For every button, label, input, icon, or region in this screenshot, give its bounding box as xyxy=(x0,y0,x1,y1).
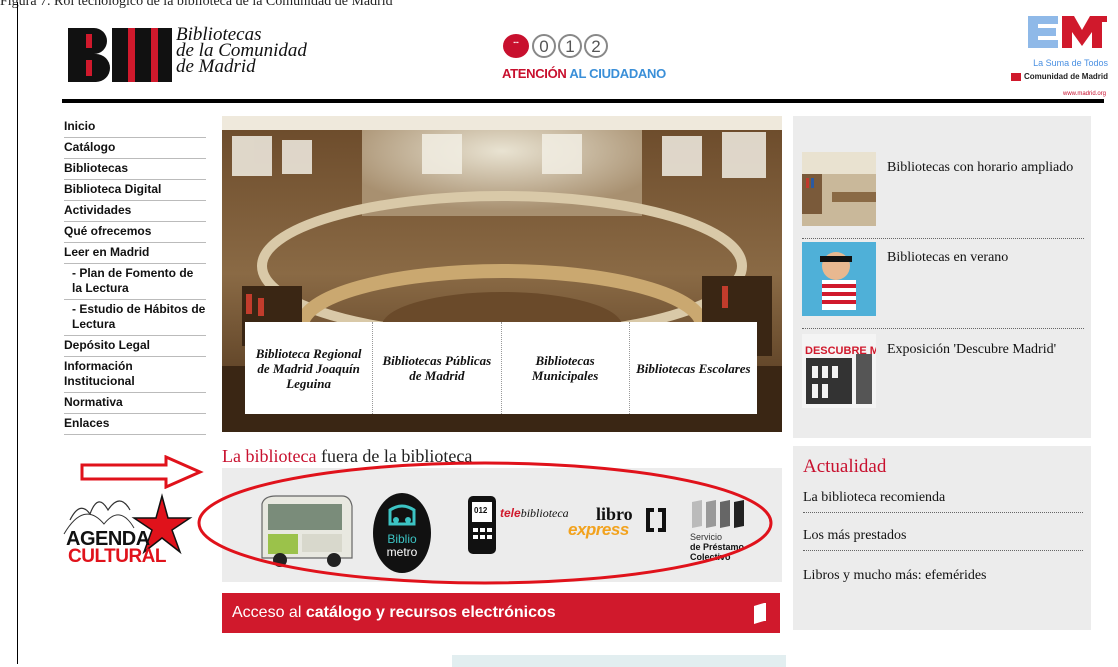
nav-item-actividades[interactable]: Actividades xyxy=(64,201,206,222)
featured-descubre-madrid[interactable]: DESCUBRE MADRID Exposición 'Descubre Mad… xyxy=(802,334,1084,420)
descubre-madrid-poster-text: DESCUBRE MADRID xyxy=(805,345,876,357)
svg-text:▪▪▪: ▪▪▪ xyxy=(513,40,519,46)
actualidad-title: Actualidad xyxy=(803,456,887,477)
logo-line-3: de Madrid xyxy=(176,56,256,77)
atencion-blue-text: AL CIUDADANO xyxy=(569,66,666,81)
nav-item-informacion-institucional[interactable]: Información Institucional xyxy=(64,357,206,393)
header-rule xyxy=(62,99,1104,103)
hero-link-bibliotecas-publicas[interactable]: Bibliotecas Públicas de Madrid xyxy=(373,322,502,414)
nav-item-inicio[interactable]: Inicio xyxy=(64,117,206,138)
atencion-red-text: ATENCIÓN xyxy=(502,66,567,81)
nav-item-plan-fomento[interactable]: - Plan de Fomento de la Lectura xyxy=(64,264,206,300)
nav-item-que-ofrecemos[interactable]: Qué ofrecemos xyxy=(64,222,206,243)
featured-horario-ampliado[interactable]: Bibliotecas con horario ampliado xyxy=(802,152,1084,239)
book-icon xyxy=(754,603,766,624)
left-nav: Inicio Catálogo Bibliotecas Biblioteca D… xyxy=(64,117,206,435)
featured-panel: Bibliotecas con horario ampliado Bibliot… xyxy=(793,116,1091,438)
actualidad-link-efemerides[interactable]: Libros y mucho más: efemérides xyxy=(803,568,1083,590)
em-org-text: Comunidad de Madrid xyxy=(1024,72,1108,81)
digit-2: 2 xyxy=(591,37,600,56)
comunidad-madrid-logo[interactable]: La Suma de Todos Comunidad de Madrid www… xyxy=(1011,14,1112,100)
annotation-ellipse xyxy=(197,461,773,585)
catalog-access-button[interactable]: Acceso al catálogo y recursos electrónic… xyxy=(222,593,780,633)
nav-item-bibliotecas[interactable]: Bibliotecas xyxy=(64,159,206,180)
descubre-madrid-poster-icon: DESCUBRE MADRID xyxy=(802,334,876,408)
hero-link-bibliotecas-municipales[interactable]: Bibliotecas Municipales xyxy=(502,322,630,414)
nav-item-deposito-legal[interactable]: Depósito Legal xyxy=(64,336,206,357)
hero-library-links: Biblioteca Regional de Madrid Joaquín Le… xyxy=(245,322,757,414)
featured-label-3: Exposición 'Descubre Madrid' xyxy=(887,342,1057,357)
hero-link-biblioteca-regional[interactable]: Biblioteca Regional de Madrid Joaquín Le… xyxy=(245,322,374,414)
actualidad-link-recomienda[interactable]: La biblioteca recomienda xyxy=(803,490,1083,513)
agenda-cultural-banner[interactable]: AGENDA CULTURAL xyxy=(60,490,200,580)
bottom-banner xyxy=(452,655,786,667)
digit-1: 1 xyxy=(565,37,574,56)
featured-bibliotecas-verano[interactable]: Bibliotecas en verano xyxy=(802,242,1084,329)
atencion-label: ATENCIÓN AL CIUDADANO xyxy=(502,66,666,81)
agenda-line-2: CULTURAL xyxy=(68,546,167,567)
library-photo-icon xyxy=(802,152,876,226)
nav-item-enlaces[interactable]: Enlaces xyxy=(64,414,206,435)
atencion-012-logo[interactable]: ▪▪▪ 0 1 2 ATENCIÓN AL CIUDADANO xyxy=(480,28,666,86)
nav-item-biblioteca-digital[interactable]: Biblioteca Digital xyxy=(64,180,206,201)
em-tagline: La Suma de Todos xyxy=(1033,58,1108,68)
featured-label-1: Bibliotecas con horario ampliado xyxy=(887,160,1074,175)
em-url[interactable]: www.madrid.org xyxy=(1063,91,1106,97)
actualidad-panel: Actualidad La biblioteca recomienda Los … xyxy=(793,446,1091,630)
bm-logo-text: Bibliotecas de la Comunidad de Madrid xyxy=(176,25,307,77)
featured-label-2: Bibliotecas en verano xyxy=(887,250,1009,265)
nav-item-estudio-habitos[interactable]: - Estudio de Hábitos de Lectura xyxy=(64,300,206,336)
actualidad-link-mas-prestados[interactable]: Los más prestados xyxy=(803,528,1083,551)
annotation-arrow-icon xyxy=(80,454,204,494)
nav-item-leer-en-madrid[interactable]: Leer en Madrid xyxy=(64,243,206,264)
catalog-access-label: Acceso al catálogo y recursos electrónic… xyxy=(232,604,556,622)
bm-logo-icon[interactable] xyxy=(68,28,172,87)
pirate-toy-photo-icon xyxy=(802,242,876,316)
digit-0: 0 xyxy=(539,37,548,56)
catalog-plain-text: Acceso al xyxy=(232,604,306,621)
hero-link-bibliotecas-escolares[interactable]: Bibliotecas Escolares xyxy=(630,322,757,414)
em-org: Comunidad de Madrid xyxy=(1011,72,1108,81)
catalog-bold-text: catálogo y recursos electrónicos xyxy=(305,604,556,621)
nav-item-catalogo[interactable]: Catálogo xyxy=(64,138,206,159)
nav-item-normativa[interactable]: Normativa xyxy=(64,393,206,414)
